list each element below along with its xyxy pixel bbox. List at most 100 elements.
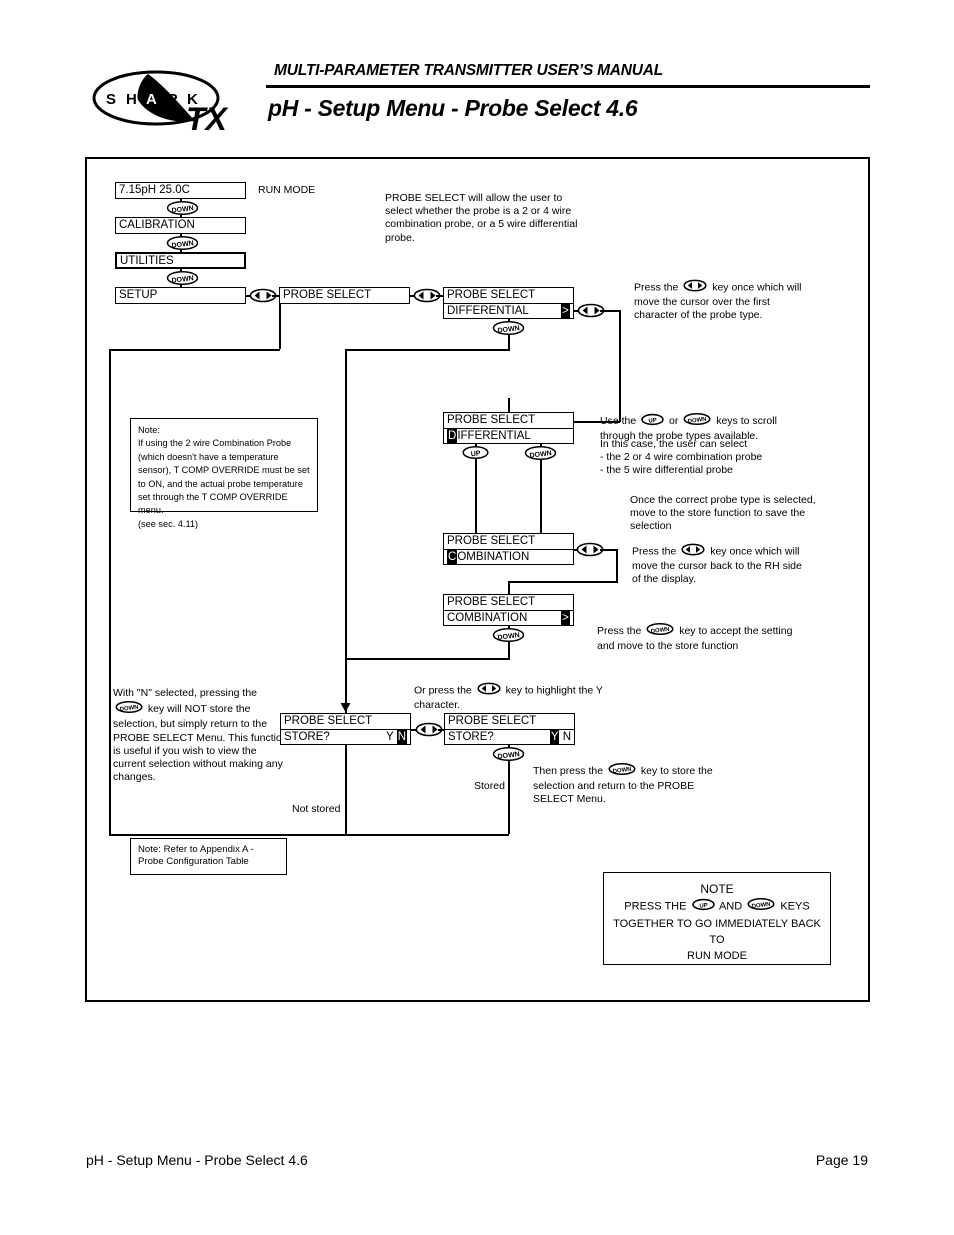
left-right-key-icon bbox=[681, 543, 705, 560]
store-options: Y N bbox=[386, 730, 407, 744]
lcd-line1: PROBE SELECT bbox=[447, 535, 536, 547]
connector bbox=[345, 349, 510, 351]
page-title: pH - Setup Menu - Probe Select 4.6 bbox=[268, 95, 638, 121]
connector bbox=[508, 398, 510, 412]
connector bbox=[345, 658, 510, 660]
note-bottom-line3: RUN MODE bbox=[687, 950, 747, 962]
lcd-line2: STORE? Y N bbox=[281, 729, 410, 745]
lcd-calibration: CALIBRATION bbox=[115, 217, 246, 234]
lcd-line2-text: DIFFERENTIAL bbox=[447, 305, 529, 317]
note-title: Note: bbox=[138, 425, 160, 435]
lcd-line1: PROBE SELECT bbox=[447, 289, 536, 301]
scroll-mid: or bbox=[669, 414, 679, 427]
connector bbox=[508, 581, 510, 594]
connector bbox=[345, 349, 347, 719]
lcd-calibration-text: CALIBRATION bbox=[119, 219, 195, 231]
lcd-line2-text: STORE? bbox=[448, 731, 494, 743]
stored-caption: Stored bbox=[474, 780, 505, 792]
lcd-setup: SETUP bbox=[115, 287, 246, 304]
shark-tx-logo: S H A R K TX bbox=[86, 68, 266, 140]
press-lr-back-text: Press the key once which will move the c… bbox=[632, 543, 812, 587]
lcd-line2-text: IFFERENTIAL bbox=[457, 430, 531, 442]
store-option-n-selected: N bbox=[396, 730, 407, 744]
then-press-prefix: Then press the bbox=[533, 764, 604, 777]
connector bbox=[619, 310, 621, 422]
lcd-run-mode-text: 7.15pH 25.0C bbox=[119, 184, 190, 196]
not-stored-caption: Not stored bbox=[292, 803, 341, 815]
note-body: If using the 2 wire Combination Probe (w… bbox=[138, 438, 310, 516]
note-run-mode-box: NOTE PRESS THE UP AND DOWN KEYS TOGETHER… bbox=[603, 872, 831, 965]
press-lr-back-prefix: Press the bbox=[632, 545, 677, 558]
lcd-screen-combination-cursor-right: PROBE SELECT COMBINATION > bbox=[443, 594, 574, 626]
lcd-line1: PROBE SELECT bbox=[447, 414, 536, 426]
connector bbox=[508, 581, 618, 583]
down-key-icon: DOWN bbox=[166, 235, 199, 251]
lcd-line2: DIFFERENTIAL bbox=[444, 428, 573, 444]
connector bbox=[475, 459, 477, 533]
lcd-line2: COMBINATION > bbox=[444, 610, 573, 626]
left-right-key-icon bbox=[683, 279, 707, 296]
scroll-line5: - the 5 wire differential probe bbox=[600, 464, 733, 476]
connector bbox=[508, 760, 510, 834]
note-ref: (see sec. 4.11) bbox=[138, 518, 199, 529]
lcd-line2-text: OMBINATION bbox=[457, 551, 530, 563]
svg-text:UP: UP bbox=[648, 417, 657, 424]
store-option-n: N bbox=[562, 731, 571, 743]
svg-text:R: R bbox=[167, 91, 178, 108]
down-key-icon: DOWN bbox=[683, 412, 711, 430]
down-key-icon: DOWN bbox=[747, 897, 775, 916]
note-bottom-title: NOTE bbox=[700, 882, 734, 896]
note-bottom-l1c: KEYS bbox=[780, 900, 810, 913]
lcd-line1: PROBE SELECT bbox=[447, 596, 536, 608]
cursor-block: D bbox=[447, 429, 458, 443]
footer-left: pH - Setup Menu - Probe Select 4.6 bbox=[86, 1152, 308, 1168]
svg-text:UP: UP bbox=[699, 902, 708, 909]
store-option-y: Y bbox=[386, 731, 394, 743]
lcd-probe-select-text: PROBE SELECT bbox=[283, 289, 372, 301]
up-key-icon: UP bbox=[462, 445, 489, 460]
arrow-down-icon bbox=[340, 703, 351, 713]
or-press-prefix: Or press the bbox=[414, 684, 472, 697]
scroll-prefix: Use the bbox=[600, 414, 637, 427]
press-down-accept-prefix: Press the bbox=[597, 624, 642, 637]
scroll-line4: - the 2 or 4 wire combination probe bbox=[600, 451, 763, 463]
lcd-run-mode: 7.15pH 25.0C bbox=[115, 182, 246, 199]
store-options: Y N bbox=[549, 730, 571, 744]
down-key-icon: DOWN bbox=[646, 622, 674, 640]
svg-text:H: H bbox=[126, 91, 137, 108]
lcd-utilities: UTILITIES bbox=[115, 252, 246, 269]
lcd-utilities-text: UTILITIES bbox=[120, 255, 174, 267]
note-bottom-l1b: AND bbox=[718, 900, 743, 913]
lcd-line2-text: COMBINATION bbox=[447, 612, 528, 624]
press-lr-first-prefix: Press the bbox=[634, 281, 679, 294]
lcd-screen-store-n: PROBE SELECT STORE? Y N bbox=[280, 713, 411, 745]
connector bbox=[109, 349, 111, 835]
press-down-accept-text: Press the DOWN key to accept the setting… bbox=[597, 622, 797, 653]
lcd-setup-text: SETUP bbox=[119, 289, 158, 301]
note-appendix-box: Note: Refer to Appendix A - Probe Config… bbox=[130, 838, 287, 875]
scroll-line3: In this case, the user can select bbox=[600, 438, 748, 450]
lcd-line2-text: STORE? bbox=[284, 731, 330, 743]
with-n-prefix: With "N" selected, pressing the bbox=[113, 687, 258, 699]
note-bottom-line2: TOGETHER TO GO IMMEDIATELY BACK TO bbox=[613, 918, 821, 946]
left-right-key-icon bbox=[477, 682, 501, 699]
manual-title: MULTI-PARAMETER TRANSMITTER USER’S MANUA… bbox=[274, 62, 664, 79]
up-key-icon: UP bbox=[691, 898, 715, 916]
connector bbox=[616, 549, 618, 582]
down-key-icon: DOWN bbox=[166, 270, 199, 286]
svg-text:A: A bbox=[146, 91, 157, 108]
lcd-probe-select: PROBE SELECT bbox=[279, 287, 410, 304]
cursor-block: C bbox=[447, 550, 458, 564]
lcd-line2: COMBINATION bbox=[444, 549, 573, 565]
svg-text:TX: TX bbox=[186, 101, 229, 137]
run-mode-label: RUN MODE bbox=[258, 184, 316, 196]
svg-text:S: S bbox=[106, 91, 116, 108]
connector bbox=[508, 641, 510, 659]
down-key-icon: DOWN bbox=[115, 700, 143, 718]
lcd-screen-differential-cursor-right: PROBE SELECT DIFFERENTIAL > bbox=[443, 287, 574, 319]
lcd-line1: PROBE SELECT bbox=[448, 715, 537, 727]
note-bottom-l1a: PRESS THE bbox=[624, 900, 687, 913]
connector bbox=[279, 304, 281, 349]
note-temperature-sensor: Note: If using the 2 wire Combination Pr… bbox=[130, 418, 318, 529]
lcd-screen-store-y: PROBE SELECT STORE? Y N bbox=[444, 713, 575, 745]
